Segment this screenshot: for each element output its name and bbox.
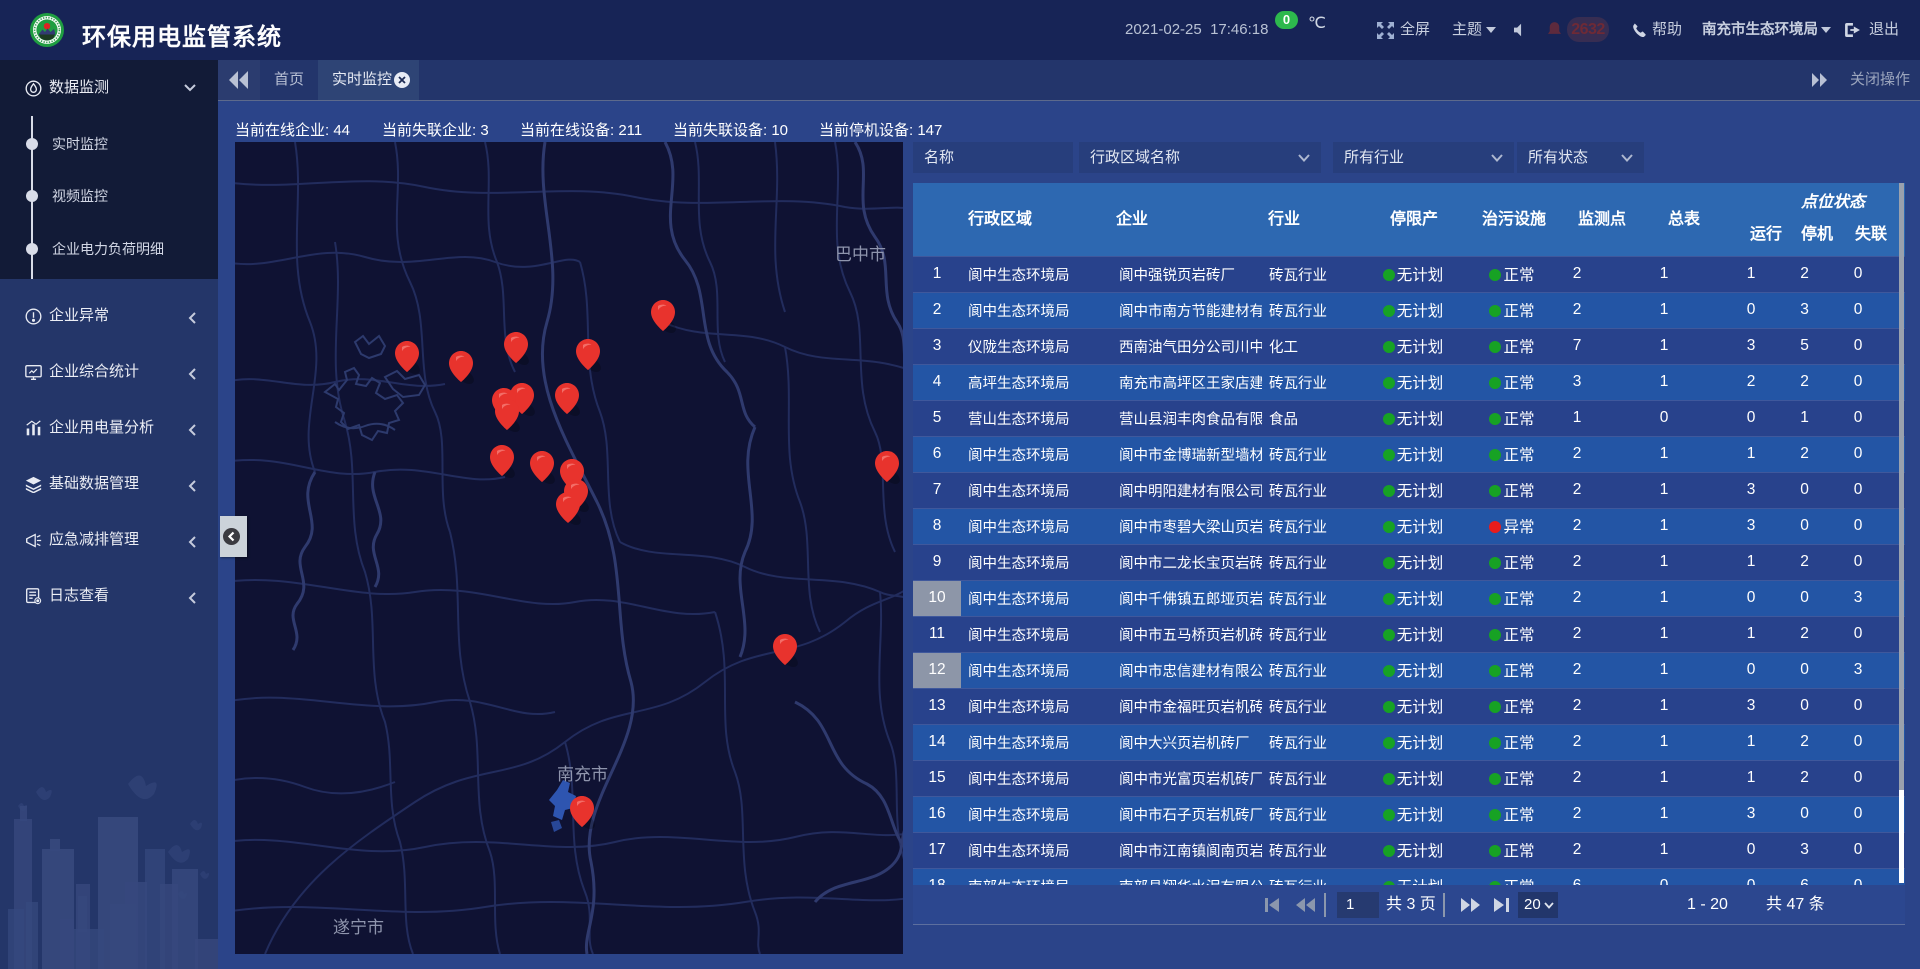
svg-text:南充市: 南充市 [557, 765, 608, 784]
svg-text:巴中市: 巴中市 [835, 245, 886, 264]
svg-text:遂宁市: 遂宁市 [333, 918, 384, 937]
